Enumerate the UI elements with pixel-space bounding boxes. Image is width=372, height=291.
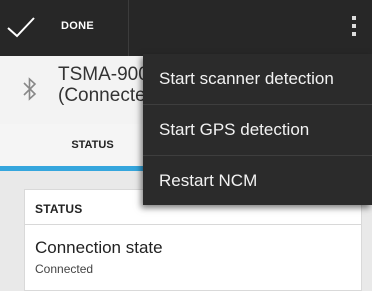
connection-state-label: Connection state <box>35 238 163 257</box>
overflow-menu-icon[interactable] <box>350 16 358 40</box>
menu-item-start-scanner-detection[interactable]: Start scanner detection <box>143 54 372 105</box>
status-card-header: STATUS <box>35 202 83 216</box>
device-name-line2: (Connecte <box>58 85 146 106</box>
done-button[interactable]: DONE <box>0 0 129 56</box>
connection-state-value: Connected <box>35 262 94 276</box>
action-bar: DONE <box>0 0 372 56</box>
check-icon <box>7 17 35 38</box>
card-divider <box>25 224 361 225</box>
overflow-menu: Start scanner detection Start GPS detect… <box>143 54 372 205</box>
device-name-line1: TSMA-900 <box>58 64 149 85</box>
bluetooth-icon <box>23 77 37 101</box>
menu-item-restart-ncm[interactable]: Restart NCM <box>143 156 372 206</box>
done-label: DONE <box>61 20 94 32</box>
menu-item-start-gps-detection[interactable]: Start GPS detection <box>143 105 372 156</box>
device-name: TSMA-900 (Connecte <box>58 64 149 106</box>
